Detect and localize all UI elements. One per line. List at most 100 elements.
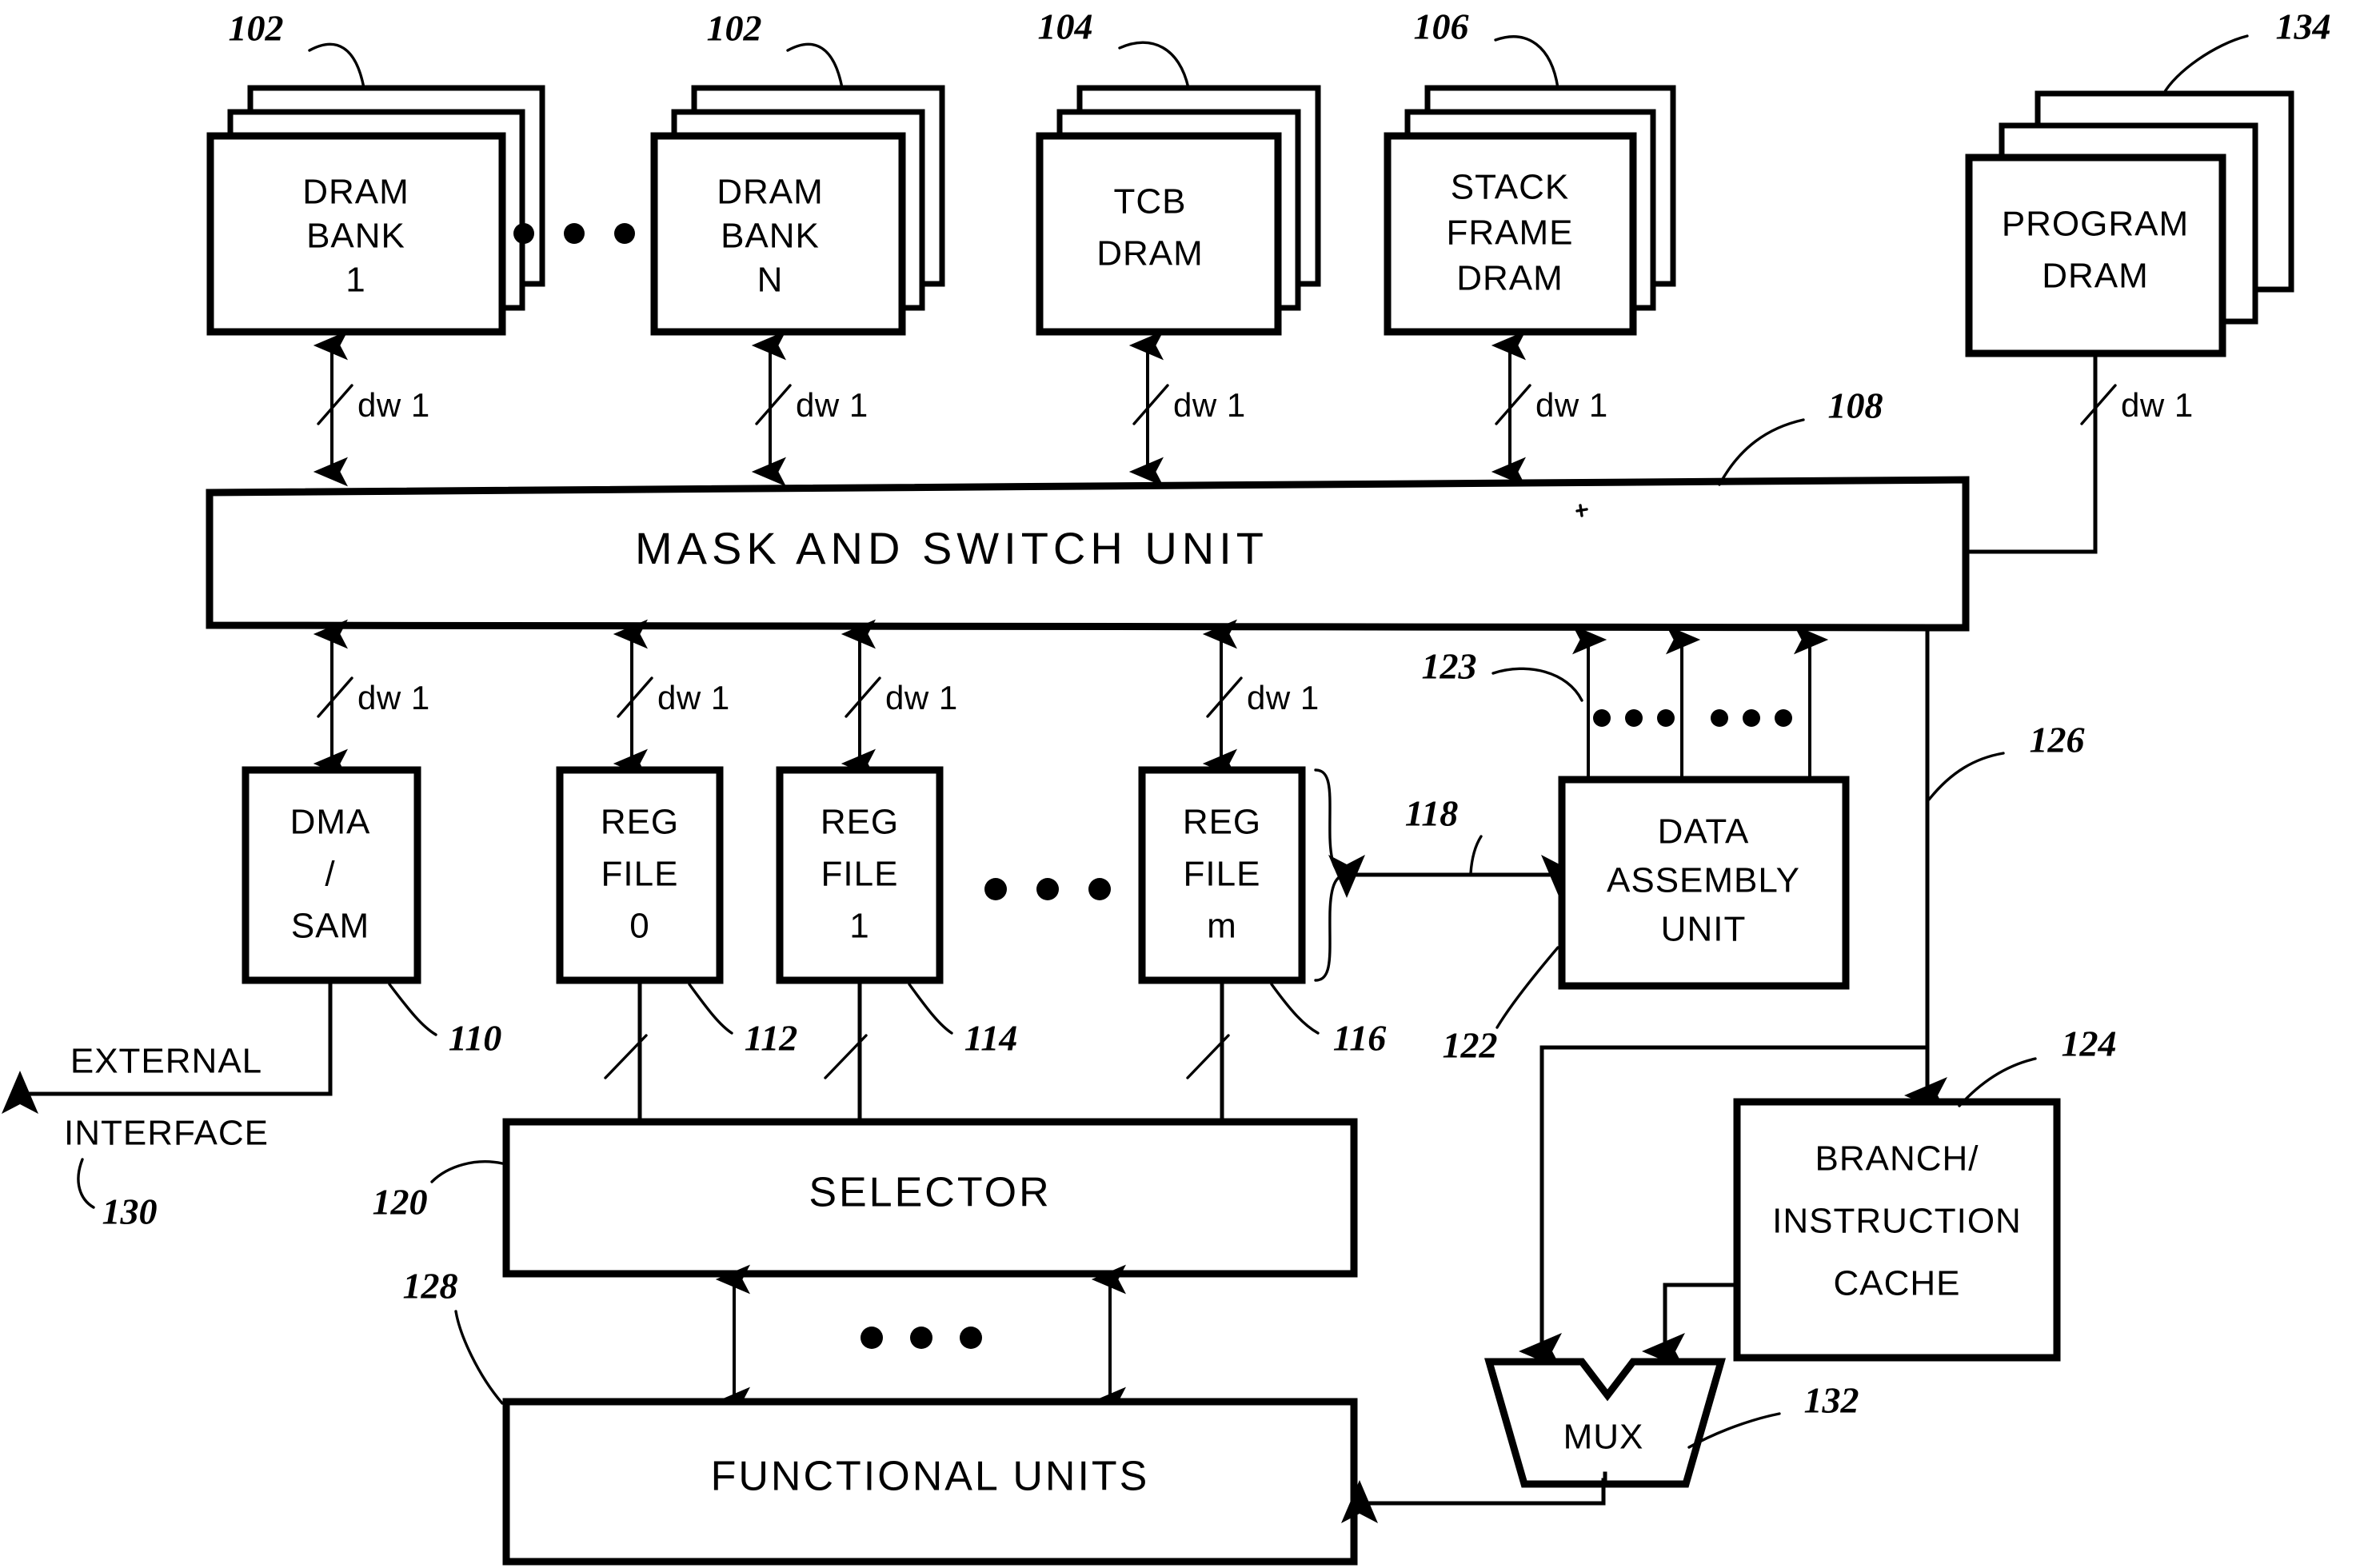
ref-126-leader: 126	[1927, 720, 2085, 801]
tcb-dram-stack: TCB DRAM	[1036, 85, 1321, 336]
bus-msu-to-rf1: dw 1	[841, 619, 958, 779]
ref-110-leader: 110	[388, 983, 501, 1059]
external-interface-label-line2: INTERFACE	[64, 1114, 269, 1153]
ref-124: 124	[2062, 1023, 2117, 1064]
reg-file-1-label-line2: FILE	[821, 855, 899, 894]
dram-bank-n-label-line3: N	[757, 261, 784, 300]
tcb-dram-label-line1: TCB	[1114, 182, 1187, 221]
bus-data-assembly-to-msu	[1572, 624, 1829, 780]
stack-frame-label-line3: DRAM	[1456, 259, 1563, 298]
mux-block: MUX	[1484, 1358, 1726, 1488]
dram-bank-n-label-line1: DRAM	[717, 173, 824, 212]
bus-tcb-to-msu: dw 1	[1128, 330, 1246, 487]
bus-label-dw1-dma: dw 1	[357, 679, 430, 716]
ref-106: 106	[1414, 6, 1469, 47]
reg-file-1-label-line3: 1	[849, 907, 869, 946]
bus-label-dw1-tcb: dw 1	[1173, 386, 1246, 424]
program-dram-label-line1: PROGRAM	[2002, 205, 2189, 244]
dram-bank-1-label-line1: DRAM	[302, 173, 409, 212]
data-assembly-label-line1: DATA	[1658, 812, 1750, 852]
ref-112-leader: 112	[688, 983, 797, 1059]
ref-130: 130	[102, 1191, 158, 1232]
program-dram-label-line2: DRAM	[2042, 257, 2149, 296]
ref-114: 114	[964, 1018, 1017, 1059]
ref-126: 126	[2030, 720, 2085, 760]
ref-128: 128	[403, 1266, 458, 1307]
ref-110: 110	[449, 1018, 501, 1059]
ref-104: 104	[1038, 6, 1093, 47]
reg-file-m-block: REG FILE m	[1138, 766, 1306, 984]
reg-file-1-block: REG FILE 1	[776, 766, 944, 984]
external-interface-arrow: EXTERNAL INTERFACE	[1, 980, 333, 1153]
functional-units-label: FUNCTIONAL UNITS	[711, 1454, 1150, 1500]
ref-108-leader: 108	[1718, 385, 1883, 486]
functional-units-block: FUNCTIONAL UNITS	[502, 1398, 1358, 1566]
dma-sam-label-line3: SAM	[291, 907, 369, 946]
selector-functional-ellipsis	[861, 1327, 982, 1349]
ref-130-leader: 130	[77, 1158, 158, 1232]
bus-msu-to-rf0: dw 1	[613, 619, 730, 779]
ref-116-leader: 116	[1270, 983, 1386, 1059]
reg-file-m-label-line2: FILE	[1184, 855, 1261, 894]
stack-frame-label-line2: FRAME	[1447, 213, 1574, 253]
data-assembly-label-line2: ASSEMBLY	[1607, 861, 1800, 900]
reg-file-0-block: REG FILE 0	[556, 766, 724, 984]
ref-120: 120	[373, 1182, 428, 1223]
bus-rfm-to-selector	[1186, 980, 1230, 1124]
dram-bank-n-stack: DRAM BANK N	[650, 85, 945, 336]
dram-bank-1-label-line3: 1	[345, 261, 365, 300]
bus-branch-cache-to-mux	[1641, 1283, 1739, 1371]
bus-stack-to-msu: dw 1	[1491, 330, 1607, 487]
reg-file-0-label-line2: FILE	[601, 855, 679, 894]
ref-102a: 102	[229, 8, 284, 49]
ref-123-leader: 123	[1422, 646, 1583, 702]
reg-file-0-label-line1: REG	[601, 803, 679, 842]
reg-file-m-label-line3: m	[1207, 907, 1237, 946]
dram-bank-1-label-line2: BANK	[306, 217, 405, 256]
bus-label-dw1-dramN: dw 1	[796, 386, 869, 424]
dram-bank-n-label-line2: BANK	[721, 217, 820, 256]
ref-120-leader: 120	[373, 1160, 504, 1223]
external-interface-label-line1: EXTERNAL	[70, 1042, 262, 1081]
dram-bank-1-stack: DRAM BANK 1	[206, 85, 545, 336]
selector-label: SELECTOR	[809, 1170, 1051, 1216]
data-assembly-unit-block: DATA ASSEMBLY UNIT	[1558, 776, 1850, 990]
bus-program-to-msu: dw 1	[1963, 352, 2194, 554]
reg-files-ellipsis	[984, 878, 1111, 900]
bus-label-dw1-rfm: dw 1	[1247, 679, 1320, 716]
bus-msu-to-dma: dw 1	[313, 619, 430, 779]
reg-file-m-label-line1: REG	[1183, 803, 1261, 842]
bus-label-dw1-rf1: dw 1	[885, 679, 958, 716]
ref-134: 134	[2276, 6, 2331, 47]
bus-msu-to-rfm: dw 1	[1202, 619, 1320, 779]
bus-rf1-to-selector	[824, 980, 868, 1124]
bus-dramN-to-msu: dw 1	[751, 330, 869, 487]
tcb-dram-label-line2: DRAM	[1096, 234, 1204, 273]
data-assembly-label-line3: UNIT	[1661, 910, 1747, 949]
ref-118-leader: 118	[1405, 793, 1483, 875]
dma-sam-label-line1: DMA	[290, 803, 371, 842]
reg-file-1-label-line1: REG	[821, 803, 899, 842]
patent-figure: DRAM BANK 1 102 DRAM BANK N 102 TCB DRAM…	[0, 0, 2368, 1568]
stack-frame-dram-stack: STACK FRAME DRAM	[1384, 85, 1676, 336]
bus-label-dw1-dram1: dw 1	[357, 386, 430, 424]
branch-cache-label-line2: INSTRUCTION	[1772, 1202, 2022, 1241]
ref-132: 132	[1804, 1380, 1859, 1421]
bus-rf0-to-selector	[604, 980, 648, 1124]
ref-124-leader: 124	[1958, 1023, 2117, 1107]
branch-instruction-cache-block: BRANCH/ INSTRUCTION CACHE	[1733, 1098, 2061, 1362]
bus-label-dw1-program: dw 1	[2121, 386, 2194, 424]
bus-label-dw1-rf0: dw 1	[657, 679, 730, 716]
branch-cache-label-line1: BRANCH/	[1815, 1139, 1979, 1179]
ref-123: 123	[1422, 646, 1477, 687]
ref-114-leader: 114	[908, 983, 1017, 1059]
dma-sam-label-line2: /	[325, 855, 335, 894]
reg-file-bundle-brace	[1314, 768, 1348, 982]
ref-118: 118	[1405, 793, 1458, 834]
mask-and-switch-unit: MASK AND SWITCH UNIT	[206, 476, 1970, 632]
mux-label: MUX	[1563, 1418, 1644, 1457]
ref-102a-leader: 102	[229, 8, 365, 90]
ref-106-leader: 106	[1414, 6, 1559, 90]
mask-and-switch-unit-label: MASK AND SWITCH UNIT	[635, 523, 1268, 573]
selector-block: SELECTOR	[502, 1118, 1358, 1278]
